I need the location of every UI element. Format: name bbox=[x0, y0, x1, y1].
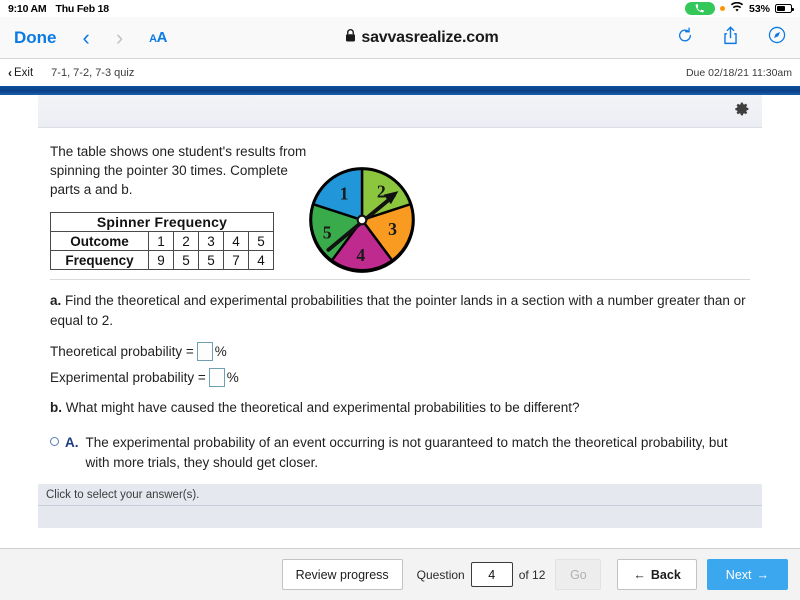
outcome-cell: 1 bbox=[148, 231, 174, 252]
chevron-left-icon: ‹ bbox=[8, 65, 12, 80]
experimental-probability-row: Experimental probability = % bbox=[50, 367, 750, 387]
phone-icon bbox=[684, 2, 715, 15]
text-size-button[interactable]: AA bbox=[149, 29, 167, 47]
savvas-exit-bar: ‹ Exit 7-1, 7-2, 7-3 quiz Due 02/18/21 1… bbox=[0, 59, 800, 86]
url-text: savvasrealize.com bbox=[361, 28, 499, 46]
question-prompt: The table shows one student's results fr… bbox=[50, 144, 307, 198]
safari-toolbar: Done ‹ › AA savvasrealize.com bbox=[0, 17, 800, 59]
question-panel: The table shows one student's results fr… bbox=[38, 95, 762, 480]
option-a-letter: A. bbox=[65, 435, 79, 451]
spinner-diagram: 1 2 3 4 5 bbox=[306, 164, 418, 281]
experimental-label: Experimental probability = bbox=[50, 369, 206, 385]
theoretical-probability-row: Theoretical probability = % bbox=[50, 341, 750, 361]
option-a-text: The experimental probability of an event… bbox=[85, 435, 728, 470]
back-navigation-icon[interactable]: ‹ bbox=[83, 26, 90, 49]
lock-icon bbox=[345, 28, 356, 47]
gear-icon[interactable] bbox=[734, 101, 750, 122]
theoretical-probability-input[interactable] bbox=[196, 341, 213, 361]
part-a: a. Find the theoretical and experimental… bbox=[50, 291, 750, 330]
select-answer-hint-text: Click to select your answer(s). bbox=[46, 488, 200, 501]
part-b: b. What might have caused the theoretica… bbox=[50, 398, 750, 418]
experimental-probability-input[interactable] bbox=[208, 367, 225, 387]
table-title: Spinner Frequency bbox=[50, 212, 274, 233]
frequency-cell: 5 bbox=[173, 250, 199, 271]
outcome-cell: 5 bbox=[248, 231, 274, 252]
forward-navigation-icon: › bbox=[115, 24, 124, 50]
spinner-label-1: 1 bbox=[340, 183, 349, 203]
percent-sign: % bbox=[214, 343, 227, 359]
quiz-title: 7-1, 7-2, 7-3 quiz bbox=[51, 66, 135, 79]
spinner-frequency-table: Spinner Frequency Outcome 1 2 3 4 5 Freq… bbox=[50, 212, 274, 271]
question-body: The table shows one student's results fr… bbox=[38, 128, 762, 472]
frequency-cell: 9 bbox=[148, 250, 174, 271]
spinner-label-3: 3 bbox=[388, 219, 397, 239]
exit-button[interactable]: ‹ Exit bbox=[8, 66, 33, 80]
exit-label: Exit bbox=[14, 66, 34, 79]
battery-icon bbox=[775, 4, 794, 13]
answer-option-a[interactable]: A. The experimental probability of an ev… bbox=[50, 433, 750, 472]
frequency-cell: 7 bbox=[223, 250, 249, 271]
next-button[interactable]: Next → bbox=[706, 559, 788, 590]
theoretical-label: Theoretical probability = bbox=[50, 343, 194, 359]
next-label: Next bbox=[725, 567, 752, 582]
outcome-cell: 4 bbox=[223, 231, 249, 252]
question-word-label: Question bbox=[416, 567, 465, 582]
wifi-icon bbox=[730, 1, 744, 16]
question-number-group: Question 4 of 12 bbox=[416, 562, 546, 587]
part-a-text: Find the theoretical and experimental pr… bbox=[50, 293, 746, 329]
spinner-label-4: 4 bbox=[356, 245, 365, 265]
arrow-right-icon: → bbox=[756, 567, 770, 582]
review-progress-button[interactable]: Review progress bbox=[281, 559, 403, 590]
share-icon[interactable] bbox=[723, 26, 738, 50]
address-bar[interactable]: savvasrealize.com bbox=[167, 28, 677, 47]
question-total-label: of 12 bbox=[518, 567, 546, 582]
question-toolbar bbox=[38, 95, 762, 128]
safari-compass-icon[interactable] bbox=[768, 26, 786, 49]
part-a-label: a. bbox=[50, 293, 62, 309]
select-answer-secondary-bar[interactable] bbox=[38, 506, 762, 528]
back-label: Back bbox=[650, 567, 681, 582]
reload-icon[interactable] bbox=[677, 27, 693, 49]
percent-sign: % bbox=[226, 369, 239, 385]
ios-status-bar: 9:10 AM Thu Feb 18 53% bbox=[0, 0, 800, 17]
question-number-input[interactable]: 4 bbox=[470, 562, 513, 587]
ipad-browser-screen: 9:10 AM Thu Feb 18 53% Done ‹ › AA savva… bbox=[0, 0, 800, 600]
frequency-cell: 5 bbox=[198, 250, 224, 271]
spinner-label-2: 2 bbox=[377, 182, 386, 202]
radio-button-a[interactable] bbox=[50, 437, 59, 447]
outcome-cell: 2 bbox=[173, 231, 199, 252]
back-button[interactable]: ← Back bbox=[617, 559, 697, 590]
blue-header-bar bbox=[0, 86, 800, 95]
frequency-cell: 4 bbox=[248, 250, 274, 271]
battery-percent: 53% bbox=[748, 2, 770, 15]
part-b-text: What might have caused the theoretical a… bbox=[62, 399, 580, 415]
due-date: Due 02/18/21 11:30am bbox=[685, 66, 792, 79]
table-title-row: Spinner Frequency bbox=[50, 212, 274, 233]
outcome-cell: 3 bbox=[198, 231, 224, 252]
go-button: Go bbox=[555, 559, 602, 590]
table-row: Frequency 9 5 5 7 4 bbox=[50, 250, 274, 271]
done-button[interactable]: Done bbox=[14, 28, 57, 48]
select-answer-hint-bar[interactable]: Click to select your answer(s). bbox=[38, 484, 762, 506]
part-b-label: b. bbox=[50, 399, 62, 415]
status-time: 9:10 AM bbox=[8, 2, 47, 15]
orange-privacy-dot bbox=[719, 6, 725, 11]
footer-navigation: Review progress Question 4 of 12 Go ← Ba… bbox=[0, 548, 800, 600]
status-date: Thu Feb 18 bbox=[55, 2, 109, 15]
spinner-label-5: 5 bbox=[323, 223, 332, 243]
table-row: Outcome 1 2 3 4 5 bbox=[50, 231, 274, 252]
row-label-frequency: Frequency bbox=[50, 250, 149, 271]
arrow-left-icon: ← bbox=[633, 567, 646, 582]
row-label-outcome: Outcome bbox=[50, 231, 149, 252]
